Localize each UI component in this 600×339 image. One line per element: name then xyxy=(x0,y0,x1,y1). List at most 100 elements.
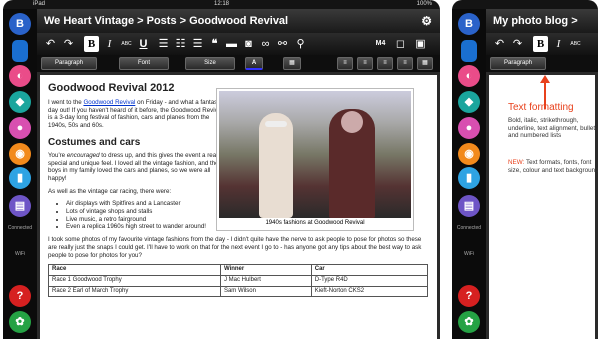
callout-title: Text formatting xyxy=(508,102,574,113)
connected-label: Connected xyxy=(456,225,482,231)
new-label: NEW: xyxy=(508,159,525,166)
undo-button[interactable]: ↶ xyxy=(492,36,507,52)
list-item: Lots of vintage shops and stalls xyxy=(66,208,226,216)
strikethrough-button[interactable]: ABC xyxy=(568,36,583,52)
costume-paragraph: You're encouraged to dress up, and this … xyxy=(48,152,226,183)
ipad-screen-main: iPad 12:18 100% B ◐ ◆ ● ◉ ▮ ▤ Connected … xyxy=(3,0,440,339)
images-icon[interactable]: ◉ xyxy=(9,143,31,165)
table-header-row: Race Winner Car xyxy=(48,264,429,276)
settings-gear-icon[interactable]: ⚙ xyxy=(421,9,432,33)
background-color-button[interactable]: ▦ xyxy=(283,57,301,70)
redo-button[interactable]: ↷ xyxy=(61,36,76,52)
stats-icon[interactable]: ▮ xyxy=(458,167,480,189)
formatting-toolbar: ↶ ↷ B I ABC xyxy=(486,33,598,55)
post-photo[interactable]: 1940s fashions at Goodwood Revival xyxy=(216,88,414,231)
more-button[interactable]: M4 xyxy=(373,36,388,52)
align-left-button[interactable]: ≡ xyxy=(337,57,353,70)
table-cell: D-Type R4D xyxy=(310,274,429,287)
pages-icon[interactable]: ◐ xyxy=(458,65,480,87)
callout-new-text: NEW: Text formats, fonts, font size, col… xyxy=(508,159,598,174)
table-header-cell: Car xyxy=(310,264,429,276)
stats-icon[interactable]: ▮ xyxy=(9,167,31,189)
status-device: iPad xyxy=(33,1,46,7)
paragraph-select[interactable]: Paragraph xyxy=(490,57,546,70)
italic-button[interactable]: I xyxy=(102,36,117,52)
divider-icon[interactable]: ▬ xyxy=(224,36,239,52)
goodwood-link[interactable]: Goodwood Revival xyxy=(83,99,135,106)
tags-icon[interactable]: ◆ xyxy=(458,91,480,113)
status-bar: iPad 12:18 100% xyxy=(3,0,440,9)
breadcrumb: We Heart Vintage > Posts > Goodwood Revi… xyxy=(44,15,289,27)
fashion-photo-image xyxy=(219,91,411,218)
help-icon[interactable]: ? xyxy=(9,285,31,307)
posts-icon[interactable] xyxy=(461,40,477,62)
book-icon[interactable]: ▤ xyxy=(458,195,480,217)
paragraph-select[interactable]: Paragraph xyxy=(41,57,97,70)
table-button[interactable]: ▦ xyxy=(417,57,433,70)
preview-icon[interactable]: ◻ xyxy=(393,36,408,52)
comments-icon[interactable]: ● xyxy=(9,117,31,139)
size-select[interactable]: Size xyxy=(185,57,235,70)
list-item: Live music, a retro fairground xyxy=(66,216,226,224)
strikethrough-button[interactable]: ABC xyxy=(119,36,134,52)
table-row: Race 2 Earl of March Trophy Sam Wilson K… xyxy=(48,285,429,298)
photo-sunglasses xyxy=(265,121,287,127)
italic-button[interactable]: I xyxy=(551,36,566,52)
number-list-icon[interactable]: ☰ xyxy=(190,36,205,52)
images-icon[interactable]: ◉ xyxy=(458,143,480,165)
table-header-cell: Winner xyxy=(219,264,312,276)
settings-icon[interactable]: ✿ xyxy=(9,311,31,333)
book-icon[interactable]: ▤ xyxy=(9,195,31,217)
tags-icon[interactable]: ◆ xyxy=(9,91,31,113)
underline-button[interactable]: U xyxy=(136,36,151,52)
align-right-button[interactable]: ≡ xyxy=(377,57,393,70)
section-heading: Costumes and cars xyxy=(48,136,141,148)
photos-paragraph: I took some photos of my favourite vinta… xyxy=(48,236,422,259)
table-cell: J Mac Hulbert xyxy=(219,274,312,287)
post-editor[interactable]: Goodwood Revival 2012 I went to the Good… xyxy=(37,72,440,339)
posts-icon[interactable] xyxy=(12,40,28,62)
table-row: Race 1 Goodwood Trophy J Mac Hulbert D-T… xyxy=(48,274,429,287)
unlink-icon[interactable]: ⚯ xyxy=(275,36,290,52)
camera-icon[interactable]: ◙ xyxy=(241,36,256,52)
status-time: 12:18 xyxy=(213,1,229,7)
bold-button[interactable]: B xyxy=(533,36,548,52)
align-left-icon[interactable]: ☰ xyxy=(156,36,171,52)
table-cell: Race 1 Goodwood Trophy xyxy=(48,274,221,287)
search-icon[interactable]: ⚲ xyxy=(293,36,308,52)
align-center-button[interactable]: ≡ xyxy=(357,57,373,70)
race-table: Race Winner Car Race 1 Goodwood Trophy J… xyxy=(48,264,429,298)
page-title-bar: We Heart Vintage > Posts > Goodwood Revi… xyxy=(37,9,440,33)
table-cell: Race 2 Earl of March Trophy xyxy=(48,285,221,298)
wifi-label: WiFi xyxy=(15,251,25,257)
list-intro: As well as the vintage car racing, there… xyxy=(48,187,172,195)
help-icon[interactable]: ? xyxy=(458,285,480,307)
redo-button[interactable]: ↷ xyxy=(510,36,525,52)
ipad-screen-callout: B ◐ ◆ ● ◉ ▮ ▤ Connected WiFi ? ✿ My phot… xyxy=(452,0,598,339)
list-item: Even a replica 1960s high street to wand… xyxy=(66,223,226,231)
bullet-list-icon[interactable]: ☷ xyxy=(173,36,188,52)
pages-icon[interactable]: ◐ xyxy=(9,65,31,87)
table-cell: Kieft-Norton CKS2 xyxy=(310,285,429,298)
comments-icon[interactable]: ● xyxy=(458,117,480,139)
app-sidebar: B ◐ ◆ ● ◉ ▮ ▤ Connected WiFi ? ✿ xyxy=(3,9,37,339)
font-select[interactable]: Font xyxy=(119,57,169,70)
table-cell: Sam Wilson xyxy=(219,285,312,298)
save-icon[interactable]: ▣ xyxy=(413,36,428,52)
feature-callout: Text formatting Bold, italic, strikethro… xyxy=(486,72,598,339)
blogger-icon[interactable]: B xyxy=(458,13,480,35)
align-justify-button[interactable]: ≡ xyxy=(397,57,413,70)
photo-caption: 1940s fashions at Goodwood Revival xyxy=(265,220,365,226)
settings-icon[interactable]: ✿ xyxy=(458,311,480,333)
status-battery: 100% xyxy=(416,1,432,7)
undo-button[interactable]: ↶ xyxy=(43,36,58,52)
text-color-button[interactable]: A xyxy=(245,57,263,70)
style-toolbar: Paragraph Font Size A ▦ ≡ ≡ ≡ ≡ ▦ xyxy=(37,55,440,72)
bold-button[interactable]: B xyxy=(84,36,99,52)
photo-figure xyxy=(259,113,293,218)
events-list: Air displays with Spitfires and a Lancas… xyxy=(66,200,226,231)
blockquote-button[interactable]: ❝ xyxy=(207,36,222,52)
link-icon[interactable]: ∞ xyxy=(258,36,273,52)
blogger-icon[interactable]: B xyxy=(9,13,31,35)
formatting-toolbar: ↶ ↷ B I ABC U ☰ ☷ ☰ ❝ ▬ ◙ ∞ ⚯ ⚲ M4 ◻ ▣ xyxy=(37,33,440,55)
